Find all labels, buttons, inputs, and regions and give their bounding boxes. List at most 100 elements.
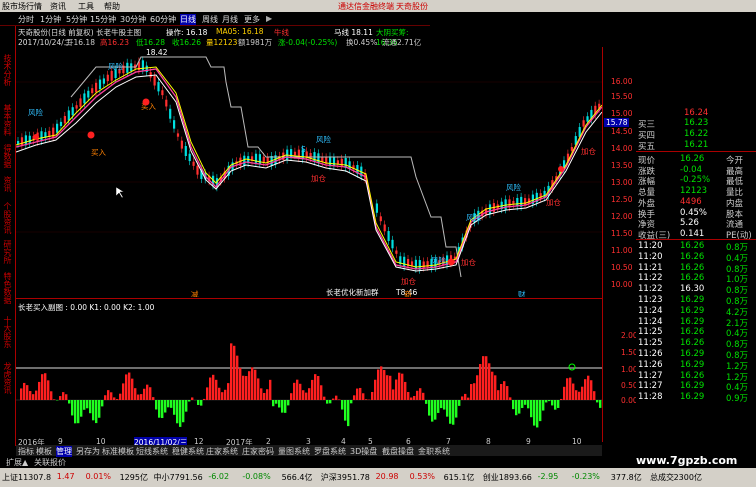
histogram-bar [119, 393, 122, 400]
histogram-bar [299, 383, 302, 400]
tab-indicator[interactable]: 指标 [18, 446, 34, 457]
histogram-bar [341, 400, 344, 410]
stat-value: 4496 [680, 196, 702, 207]
histogram-bar [221, 392, 224, 400]
histogram-bar [80, 400, 83, 417]
histogram-bar [314, 374, 317, 400]
quote-panel: 16.24 买三 16.23 买四 16.22 买五 16.21 现价 16.26… [636, 108, 756, 443]
risk-label: 风险 [316, 134, 331, 144]
tick-row: 11:25 16.26 0.8万 [636, 338, 756, 350]
tab-short-term[interactable]: 短线系统 [136, 446, 168, 457]
histogram-bar [44, 373, 47, 400]
side-tab-dragon[interactable]: 龙虎资讯 [2, 362, 12, 394]
histogram-bar [197, 400, 200, 405]
related-quotes-button[interactable]: 关联报价 [34, 457, 66, 468]
tab-golden[interactable]: 金职系统 [418, 446, 450, 457]
side-tab-basic[interactable]: 基本资料 [2, 104, 12, 136]
histogram-bar [188, 400, 191, 402]
menu-help[interactable]: 帮助 [104, 1, 120, 12]
histogram-bar [503, 381, 506, 400]
tab-stable[interactable]: 稳健系统 [172, 446, 204, 457]
menu-tools[interactable]: 工具 [78, 1, 94, 12]
period-tab[interactable]: 15分钟 [90, 14, 116, 25]
stat-value: 0.141 [680, 228, 705, 239]
histogram-bar [212, 374, 215, 400]
histogram-bar [32, 394, 35, 400]
period-tab[interactable]: 5分钟 [66, 14, 87, 25]
add-position-label: 加仓 [461, 257, 476, 267]
tab-manage[interactable]: 管理 [56, 446, 72, 457]
menu-info[interactable]: 资讯 [50, 1, 66, 12]
tick-price: 16.29 [680, 305, 705, 316]
side-tab-stock-news[interactable]: 个股资讯 [2, 202, 12, 234]
histogram-bar [560, 398, 563, 400]
ad-stock[interactable]: 天奇股份 [396, 1, 428, 12]
histogram-bar [185, 400, 188, 412]
tab-compass[interactable]: 罗盘系统 [314, 446, 346, 457]
tick-row: 11:20 16.26 0.8万 [636, 241, 756, 253]
tab-dealer-code[interactable]: 庄家密码 [242, 446, 274, 457]
period-tab[interactable]: 1分钟 [40, 14, 61, 25]
period-tab[interactable]: 分时 [18, 14, 34, 25]
index-value: 1295亿 [119, 473, 148, 482]
tick-price: 16.29 [680, 359, 705, 370]
histogram-bar [383, 370, 386, 400]
ad-terminal[interactable]: 通达信金融终端 [338, 1, 394, 12]
period-tab[interactable]: 更多 [244, 14, 260, 25]
histogram-bar [209, 377, 212, 400]
histogram-bar [395, 379, 398, 400]
tab-3d[interactable]: 3D操盘 [350, 446, 377, 457]
histogram-bar [92, 400, 95, 421]
axis-tick: 13.50 [611, 161, 633, 170]
side-tab-research[interactable]: 研究所 [2, 240, 12, 264]
histogram-bar [518, 400, 521, 414]
tick-time: 11:23 [638, 295, 663, 305]
current-price-tag: 15.78 [604, 118, 630, 127]
index-value: 0.01% [85, 472, 112, 481]
tab-cutoff[interactable]: 截盘操盘 [382, 446, 414, 457]
tab-template[interactable]: 模板 [36, 446, 52, 457]
histogram-bar [254, 369, 257, 400]
side-tab-news[interactable]: 资讯 [2, 176, 12, 192]
sell-signal-label: S [301, 145, 306, 154]
histogram-bar [86, 400, 89, 409]
tick-time: 11:22 [638, 273, 663, 284]
histogram-bar [491, 371, 494, 400]
stat-row: 现价 16.26 今开 [636, 154, 756, 166]
period-tab[interactable]: 周线 [202, 14, 218, 25]
histogram-bar [89, 400, 92, 414]
axis-tick: 11.50 [611, 229, 633, 238]
period-tab[interactable]: 30分钟 [120, 14, 146, 25]
side-tab-data[interactable]: 得数据 [2, 144, 12, 168]
tick-row: 11:22 16.26 1.0万 [636, 273, 756, 285]
candlestick-chart[interactable]: 18.42 风险 买入 买入 风险 风险 风险 S 加仓 加仓 风险 加仓 加仓… [16, 47, 602, 297]
tab-standard[interactable]: 标准模板 [102, 446, 134, 457]
tick-time: 11:20 [638, 241, 663, 251]
histogram-bar [464, 393, 467, 400]
histogram-bar [398, 372, 401, 400]
period-tab[interactable]: 60分钟 [150, 14, 176, 25]
histogram-bar [239, 367, 242, 400]
tab-volume[interactable]: 量图系统 [278, 446, 310, 457]
histogram-bar [266, 389, 269, 400]
tick-time: 11:25 [638, 338, 663, 349]
buy-indicator-subchart[interactable] [16, 300, 602, 440]
period-tab[interactable]: 月线 [222, 14, 238, 25]
expand-button[interactable]: 扩展▲ [6, 457, 28, 468]
watermark: www.7gpzb.com [636, 454, 738, 467]
histogram-bar [278, 400, 281, 408]
tick-row: 11:27 16.26 1.2万 [636, 371, 756, 383]
risk-label: 风险 [431, 255, 446, 265]
pane-divider [16, 298, 602, 299]
histogram-bar [557, 400, 560, 408]
histogram-bar [227, 383, 230, 400]
period-tab-selected[interactable]: 日线 [180, 14, 196, 25]
tab-dealer[interactable]: 庄家系统 [206, 446, 238, 457]
side-tab-holders[interactable]: 十大股东 [2, 316, 12, 348]
dropdown-arrow-icon[interactable]: ▶ [266, 14, 272, 23]
histogram-bar [542, 400, 545, 411]
side-tab-tech[interactable]: 技术分析 [2, 54, 12, 86]
side-tab-special[interactable]: 特色数据 [2, 272, 12, 304]
tab-save-as[interactable]: 另存为 [76, 446, 100, 457]
tick-price: 16.29 [680, 392, 705, 403]
